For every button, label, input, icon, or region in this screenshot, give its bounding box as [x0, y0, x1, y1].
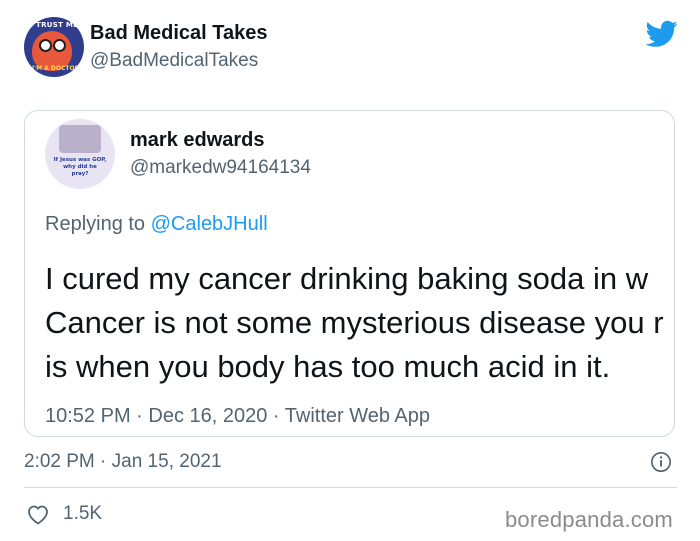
quoted-author-avatar[interactable]: If Jesus was GOP, why did he pray? [45, 119, 115, 189]
replying-to-label: Replying to [45, 213, 146, 235]
avatar-caption-line: why did he [63, 164, 97, 170]
twitter-bird-icon[interactable] [646, 20, 678, 48]
quoted-tweet-body: I cured my cancer drinking baking soda i… [45, 257, 674, 389]
author-name[interactable]: Bad Medical Takes [90, 22, 267, 45]
tweet-text-line: Cancer is not some mysterious disease yo… [45, 305, 664, 340]
quoted-author-name[interactable]: mark edwards [130, 129, 265, 152]
avatar-caption-line: pray? [71, 171, 89, 177]
avatar-eye [39, 39, 52, 52]
reply-mention-link[interactable]: @CalebJHull [151, 213, 268, 235]
avatar-eye [53, 39, 66, 52]
quoted-author-handle[interactable]: @markedw94164134 [130, 157, 311, 179]
author-handle[interactable]: @BadMedicalTakes [90, 50, 258, 72]
tweet-text-line: is when you body has too much acid in it… [45, 349, 611, 384]
footer-divider [24, 487, 677, 488]
avatar-caption-top: TRUST ME, [36, 21, 82, 29]
tweet-text-line: I cured my cancer drinking baking soda i… [45, 261, 649, 296]
watermark: boredpanda.com [505, 507, 673, 532]
author-avatar[interactable]: TRUST ME, I'M A DOCTOR [24, 17, 84, 77]
like-count[interactable]: 1.5K [63, 503, 102, 525]
avatar-caption-bottom: I'M A DOCTOR [32, 65, 80, 72]
tweet-timestamp[interactable]: 2:02 PM · Jan 15, 2021 [24, 451, 222, 473]
avatar-photo [59, 125, 101, 153]
heart-icon[interactable] [26, 503, 50, 525]
avatar-caption-line: If Jesus was GOP, [53, 157, 107, 163]
quoted-tweet-card[interactable]: If Jesus was GOP, why did he pray? mark … [24, 110, 675, 437]
replying-to-line: Replying to @CalebJHull [45, 213, 268, 236]
info-icon[interactable] [650, 451, 672, 473]
quoted-tweet-meta[interactable]: 10:52 PM · Dec 16, 2020 · Twitter Web Ap… [45, 405, 430, 428]
